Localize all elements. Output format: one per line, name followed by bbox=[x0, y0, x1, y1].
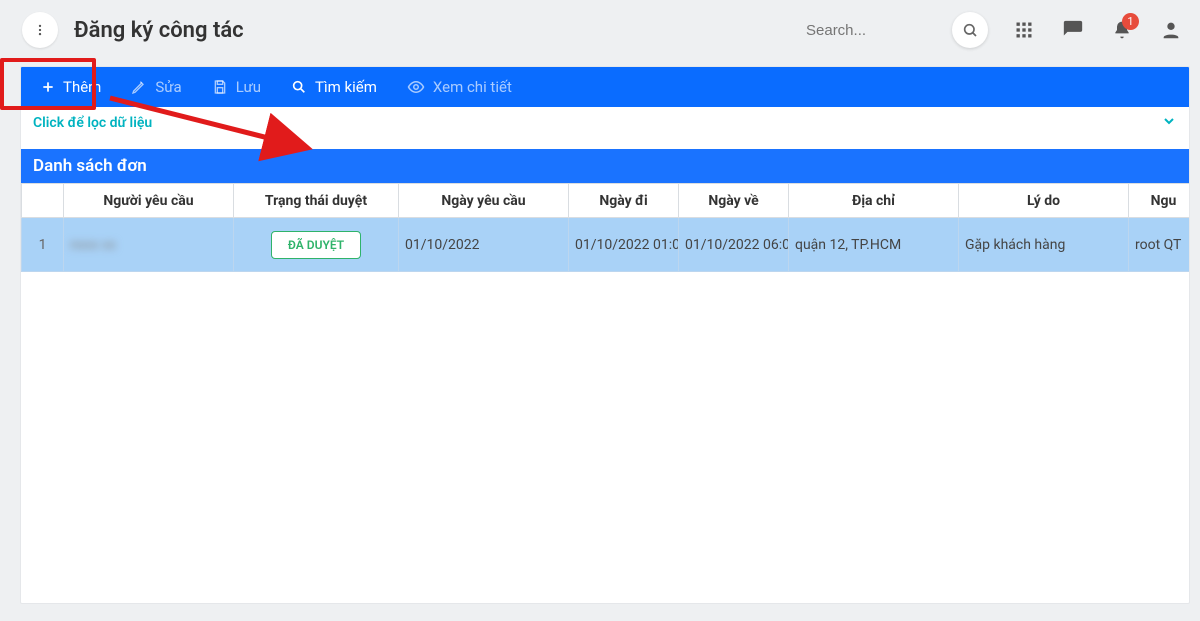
cell-extra: root QT bbox=[1129, 218, 1190, 272]
more-vertical-icon bbox=[33, 23, 47, 37]
table-row[interactable]: 1 nxxx xx ĐÃ DUYỆT 01/10/2022 01/10/2022… bbox=[22, 218, 1190, 272]
action-toolbar: Thêm Sửa Lưu Tìm kiếm Xem chi tiết bbox=[21, 67, 1189, 107]
menu-button[interactable] bbox=[22, 12, 58, 48]
notification-badge: 1 bbox=[1122, 13, 1139, 30]
cell-index: 1 bbox=[22, 218, 64, 272]
chevron-down-icon bbox=[1161, 113, 1177, 129]
cell-address: quận 12, TP.HCM bbox=[789, 218, 959, 272]
edit-label: Sửa bbox=[155, 78, 181, 96]
col-reason[interactable]: Lý do bbox=[959, 184, 1129, 218]
plus-icon bbox=[41, 80, 55, 94]
col-address[interactable]: Địa chỉ bbox=[789, 184, 959, 218]
detail-label: Xem chi tiết bbox=[433, 78, 512, 96]
add-label: Thêm bbox=[63, 78, 101, 96]
cell-go-date: 01/10/2022 01:04 bbox=[569, 218, 679, 272]
cell-return-date: 01/10/2022 06:04 bbox=[679, 218, 789, 272]
cell-request-date: 01/10/2022 bbox=[399, 218, 569, 272]
add-button[interactable]: Thêm bbox=[29, 67, 113, 107]
col-requester[interactable]: Người yêu cầu bbox=[64, 184, 234, 218]
apps-icon bbox=[1014, 20, 1034, 40]
pencil-icon bbox=[131, 79, 147, 95]
search-label: Tìm kiếm bbox=[315, 78, 377, 96]
search-input[interactable] bbox=[798, 12, 948, 48]
chat-icon bbox=[1062, 19, 1084, 41]
cell-status: ĐÃ DUYỆT bbox=[234, 218, 399, 272]
filter-expand[interactable] bbox=[1161, 113, 1177, 133]
col-index[interactable] bbox=[22, 184, 64, 218]
col-return-date[interactable]: Ngày về bbox=[679, 184, 789, 218]
eye-icon bbox=[407, 78, 425, 96]
save-button[interactable]: Lưu bbox=[200, 67, 273, 107]
messages-button[interactable] bbox=[1062, 19, 1084, 41]
col-extra[interactable]: Ngu bbox=[1129, 184, 1190, 218]
table-header-row: Người yêu cầu Trạng thái duyệt Ngày yêu … bbox=[22, 184, 1190, 218]
account-button[interactable] bbox=[1160, 19, 1182, 41]
cell-requester: nxxx xx bbox=[64, 218, 234, 272]
edit-button[interactable]: Sửa bbox=[119, 67, 193, 107]
search-icon bbox=[291, 79, 307, 95]
search-wrap bbox=[798, 12, 988, 48]
data-table: Người yêu cầu Trạng thái duyệt Ngày yêu … bbox=[21, 183, 1189, 272]
search-button[interactable] bbox=[952, 12, 988, 48]
notifications-button[interactable]: 1 bbox=[1112, 20, 1132, 40]
section-header: Danh sách đơn bbox=[21, 149, 1189, 183]
apps-button[interactable] bbox=[1014, 20, 1034, 40]
top-bar: Đăng ký công tác 1 bbox=[0, 0, 1200, 60]
cell-reason: Gặp khách hàng bbox=[959, 218, 1129, 272]
save-label: Lưu bbox=[236, 78, 261, 96]
person-icon bbox=[1160, 19, 1182, 41]
status-badge: ĐÃ DUYỆT bbox=[271, 231, 361, 259]
save-icon bbox=[212, 79, 228, 95]
col-request-date[interactable]: Ngày yêu cầu bbox=[399, 184, 569, 218]
search-icon bbox=[962, 22, 978, 38]
filter-bar: Click để lọc dữ liệu bbox=[21, 107, 1189, 139]
content-card: Thêm Sửa Lưu Tìm kiếm Xem chi tiết Click… bbox=[20, 66, 1190, 604]
page-title: Đăng ký công tác bbox=[74, 18, 244, 43]
col-go-date[interactable]: Ngày đi bbox=[569, 184, 679, 218]
search-button-toolbar[interactable]: Tìm kiếm bbox=[279, 67, 389, 107]
detail-button[interactable]: Xem chi tiết bbox=[395, 67, 524, 107]
col-status[interactable]: Trạng thái duyệt bbox=[234, 184, 399, 218]
filter-link[interactable]: Click để lọc dữ liệu bbox=[33, 115, 152, 131]
